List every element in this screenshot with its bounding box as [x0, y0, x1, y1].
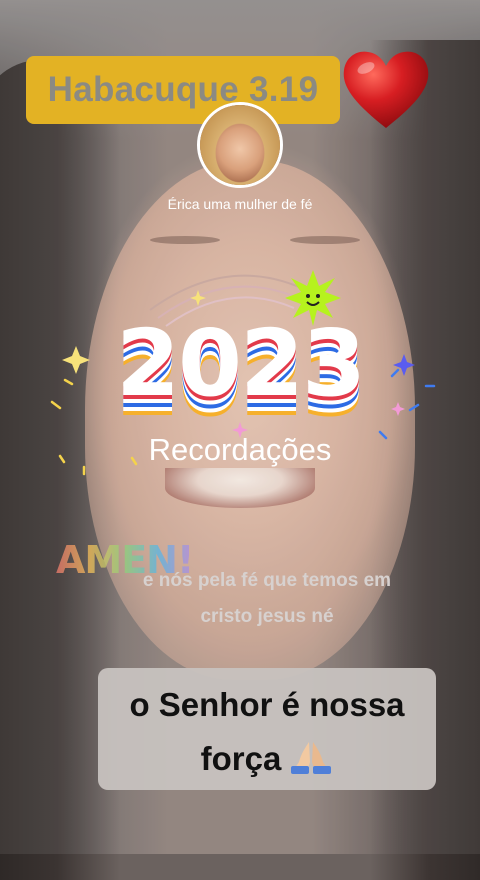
caption-line-2: cristo jesus né: [200, 606, 334, 627]
recap-year: 2023: [115, 310, 366, 417]
profile-name[interactable]: Érica uma mulher de fé: [0, 196, 480, 212]
recap-label: Recordações: [148, 432, 332, 467]
strength-line-2-text: força: [200, 740, 282, 777]
heart-icon: [343, 51, 429, 128]
caption-line-1: e nós pela fé que temos em: [142, 570, 392, 591]
verse-text: Habacuque 3.19: [47, 70, 319, 109]
strength-line-1: o Senhor é nossa: [129, 686, 405, 723]
strength-line-2: força: [98, 740, 436, 778]
avatar-photo: [200, 105, 280, 185]
praying-hands-icon: [291, 742, 332, 774]
verse-sticker: Habacuque 3.19: [26, 56, 340, 124]
avatar[interactable]: [197, 102, 283, 188]
recap-sticker: 2023 Recordações: [40, 262, 440, 492]
